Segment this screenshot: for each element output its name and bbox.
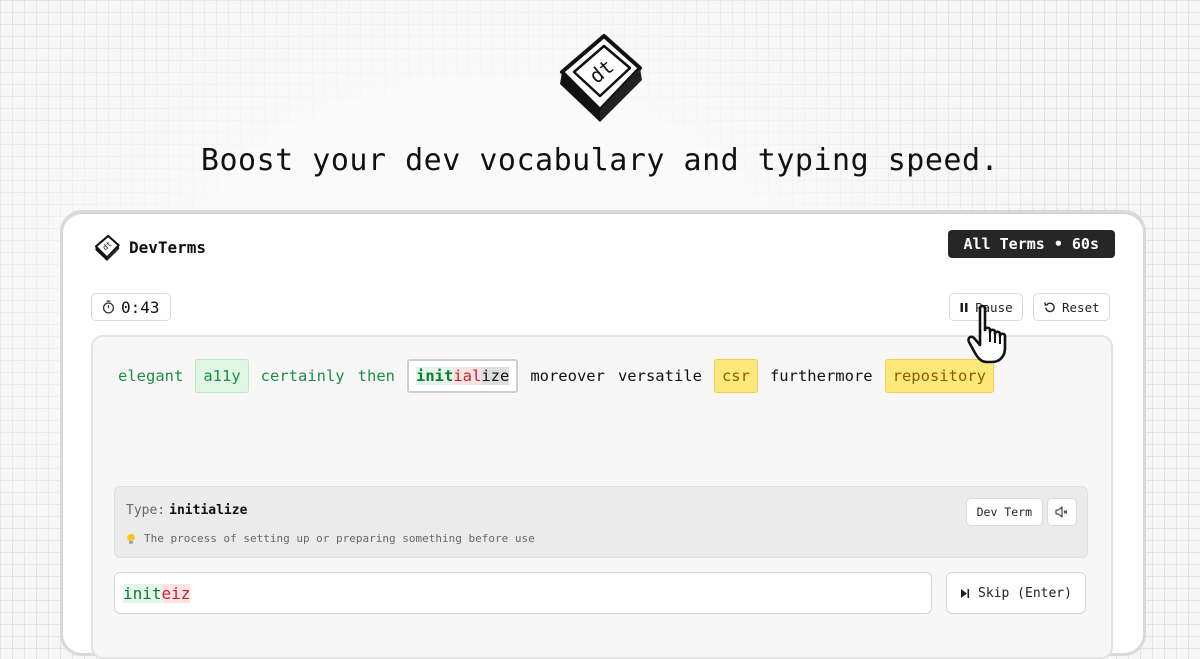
dev-term-button[interactable]: Dev Term: [965, 498, 1043, 526]
brand[interactable]: dt DevTerms: [93, 233, 206, 261]
sound-toggle-button[interactable]: [1047, 498, 1077, 526]
lightbulb-icon: [127, 533, 135, 544]
word-dev-term: csr: [713, 359, 758, 393]
word-completed: elegant: [118, 367, 184, 385]
skip-forward-icon: [961, 588, 970, 598]
reset-button[interactable]: Reset: [1033, 293, 1110, 321]
type-word: initialize: [169, 503, 248, 518]
brand-name: DevTerms: [129, 237, 207, 257]
timer: 0:43: [91, 293, 171, 321]
keycap-logo-icon: dt: [560, 34, 642, 122]
app-window: dt DevTerms All Terms • 60s 0:43 Pause R…: [60, 210, 1146, 659]
hero-headline: Boost your dev vocabulary and typing spe…: [200, 143, 1000, 178]
keycap-dt-icon: dt: [94, 234, 120, 261]
word-completed: certainly: [260, 367, 345, 385]
pointer-hand-cursor-icon: [967, 304, 1007, 364]
word-completed-dev-term: a11y: [195, 359, 249, 393]
word-stream: elegant a11y certainly then initialize m…: [117, 359, 1005, 393]
type-label: Type:: [126, 503, 166, 518]
skip-label: Skip (Enter): [978, 585, 1072, 601]
type-prompt: Type: initialize: [126, 503, 247, 518]
word-upcoming: versatile: [617, 367, 702, 385]
reset-label: Reset: [1062, 299, 1100, 315]
typing-input[interactable]: initeiz: [114, 572, 932, 614]
current-remaining-chars: ize: [481, 367, 510, 385]
word-current: initialize: [406, 359, 519, 393]
term-hint-card: Type: initialize The process of setting u…: [114, 486, 1088, 558]
current-correct-chars: init: [415, 367, 454, 385]
definition-row: The process of setting up or preparing s…: [126, 532, 535, 545]
typing-panel: elegant a11y certainly then initialize m…: [91, 335, 1113, 659]
word-upcoming: furthermore: [769, 367, 873, 385]
timer-value: 0:43: [121, 297, 160, 317]
term-definition: The process of setting up or preparing s…: [144, 532, 535, 545]
word-upcoming: moreover: [530, 367, 605, 385]
word-completed: then: [357, 367, 395, 385]
skip-button[interactable]: Skip (Enter): [946, 572, 1086, 614]
mode-badge[interactable]: All Terms • 60s: [947, 230, 1115, 258]
input-wrong-chars: eiz: [161, 584, 191, 603]
speaker-muted-icon: [1055, 506, 1068, 518]
stopwatch-icon: [102, 300, 115, 314]
current-wrong-chars: ial: [453, 367, 482, 385]
input-correct-chars: init: [123, 584, 162, 603]
rotate-ccw-icon: [1044, 301, 1055, 312]
